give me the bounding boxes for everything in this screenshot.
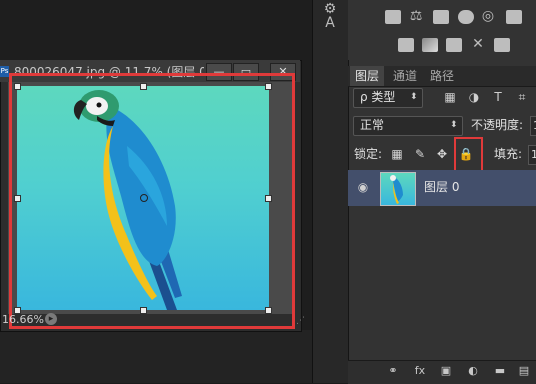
zoom-level: 16.66%: [2, 313, 44, 326]
layer-thumbnail[interactable]: [380, 172, 416, 206]
layer-thumbnail-parrot: [390, 175, 403, 204]
highlight-box-lock: [454, 137, 483, 173]
lock-image-pixels-icon[interactable]: ✎: [412, 146, 428, 162]
fx-icon[interactable]: fx: [412, 364, 428, 378]
lock-label: 锁定:: [354, 147, 383, 161]
lock-position-icon[interactable]: ✥: [434, 146, 450, 162]
brightness-icon[interactable]: [385, 10, 401, 24]
opacity-label: 不透明度:: [471, 118, 524, 132]
status-menu-icon[interactable]: ▸: [45, 313, 57, 325]
black-white-icon[interactable]: [422, 38, 438, 52]
filter-adjustment-icon[interactable]: ◑: [466, 90, 482, 104]
tab-layers[interactable]: 图层: [350, 66, 385, 86]
add-mask-icon[interactable]: ▣: [438, 364, 454, 378]
highlight-box-canvas: [9, 73, 295, 329]
color-lookup-icon[interactable]: [494, 38, 510, 52]
curves-icon[interactable]: [433, 10, 449, 24]
exposure-icon[interactable]: [458, 10, 474, 24]
eye-icon[interactable]: ◉: [356, 180, 370, 194]
chevron-updown-icon: ⬍: [410, 92, 418, 102]
chevron-updown-icon: ⬍: [450, 120, 458, 130]
layer-name[interactable]: 图层 0: [424, 179, 459, 195]
link-layers-icon[interactable]: ⚭: [385, 364, 401, 378]
new-layer-icon[interactable]: ▤: [516, 364, 532, 378]
photoshop-badge: Ps: [0, 66, 9, 77]
lock-transparency-icon[interactable]: ▦: [389, 146, 405, 162]
blend-mode-value: 正常: [360, 118, 385, 132]
opacity-input[interactable]: 1: [530, 116, 536, 136]
resize-grip-icon[interactable]: ⋰: [296, 316, 306, 326]
group-folder-icon[interactable]: ▬: [492, 364, 508, 378]
tool-strip: [312, 0, 349, 383]
color-balance-icon[interactable]: [398, 38, 414, 52]
channel-mixer-icon[interactable]: ✕: [470, 36, 486, 52]
filter-pixel-icon[interactable]: ▦: [442, 90, 458, 104]
tab-paths[interactable]: 路径: [425, 66, 459, 86]
tool-strip-text-icon[interactable]: A: [318, 14, 342, 32]
photo-filter-icon[interactable]: [446, 38, 462, 52]
filter-shape-icon[interactable]: ⌗: [514, 90, 530, 104]
adjustment-layer-icon[interactable]: ◐: [465, 364, 481, 378]
layer-filter-label: ρ 类型: [360, 90, 396, 104]
fill-input[interactable]: 1: [528, 145, 536, 165]
hue-saturation-icon[interactable]: [506, 10, 522, 24]
levels-icon[interactable]: ⚖: [408, 8, 424, 24]
workspace-bottom: [0, 330, 312, 383]
tab-channels[interactable]: 通道: [388, 66, 422, 86]
filter-type-icon[interactable]: T: [490, 90, 506, 104]
fill-label: 填充:: [494, 147, 523, 161]
vibrance-icon[interactable]: ◎: [480, 8, 496, 24]
